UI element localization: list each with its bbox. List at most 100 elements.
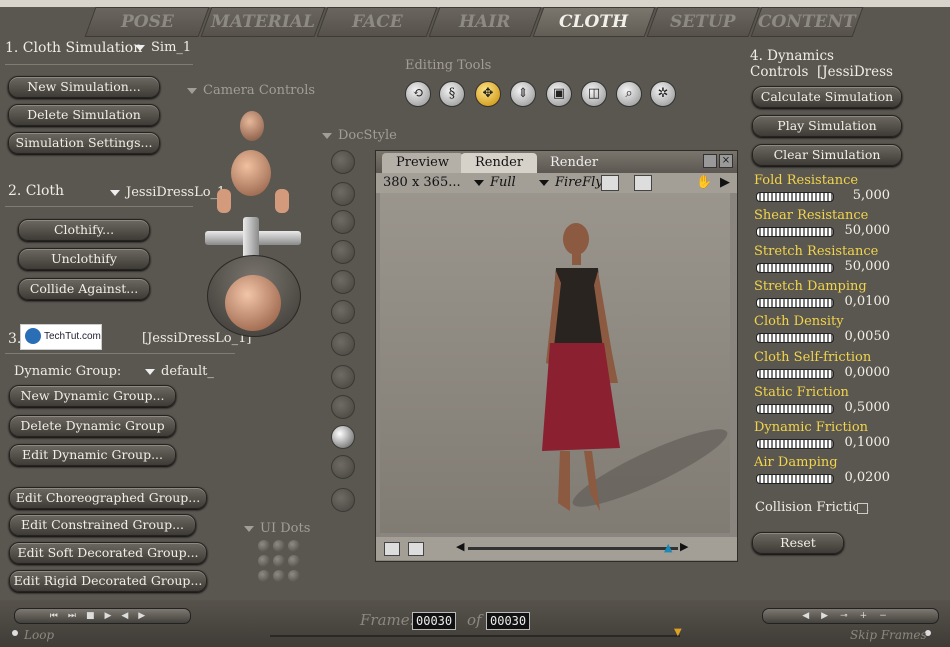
render-now-icon[interactable]	[634, 175, 652, 191]
sim-dropdown[interactable]: Sim_1	[135, 40, 191, 55]
docstyle-lit-wireframe[interactable]	[331, 270, 355, 294]
edit-choreographed-group-button[interactable]: Edit Choreographed Group...	[9, 487, 207, 509]
compare-toggle-icon[interactable]	[408, 542, 424, 556]
playback-buttons[interactable]: ⏮⏭■▶◀▶	[14, 608, 191, 624]
scale-icon[interactable]: ▣	[546, 81, 572, 107]
docstyle-cartoon[interactable]	[331, 365, 355, 389]
right-hand-camera-icon[interactable]	[275, 189, 289, 213]
reset-button[interactable]: Reset	[752, 532, 844, 554]
tab-content[interactable]: CONTENT	[750, 7, 864, 37]
ui-dot[interactable]	[258, 570, 270, 582]
render-scrollbar[interactable]	[468, 547, 678, 550]
ui-dot[interactable]	[258, 555, 270, 567]
docstyle-outline[interactable]	[331, 182, 355, 206]
ui-dot[interactable]	[273, 570, 285, 582]
renderer-dropdown[interactable]: FireFly	[539, 173, 603, 193]
param-value[interactable]: 0,0100	[830, 294, 891, 309]
render-mode-dropdown[interactable]: Full	[474, 173, 516, 193]
docstyle-smooth-lined[interactable]	[331, 488, 355, 512]
collision-friction-checkbox[interactable]	[857, 503, 868, 514]
keyframe-buttons[interactable]: ◀▶⊸+−	[762, 608, 939, 624]
param-slider[interactable]	[756, 297, 834, 308]
param-value[interactable]: 0,0050	[830, 329, 891, 344]
tab-setup[interactable]: SETUP	[646, 7, 760, 37]
new-dynamic-group-button[interactable]: New Dynamic Group...	[9, 385, 176, 407]
clear-simulation-button[interactable]: Clear Simulation	[752, 144, 902, 166]
play-simulation-button[interactable]: Play Simulation	[752, 115, 902, 137]
camera-face-icon[interactable]	[240, 111, 264, 141]
edit-constrained-group-button[interactable]: Edit Constrained Group...	[9, 514, 196, 536]
param-slider[interactable]	[756, 474, 834, 485]
camera-head-icon[interactable]	[231, 150, 271, 196]
param-value[interactable]: 50,000	[830, 259, 891, 274]
scroll-left-icon[interactable]: ◀	[456, 540, 464, 553]
tab-preview[interactable]: Preview	[382, 153, 463, 173]
dynamic-group-dropdown[interactable]: default_	[145, 364, 214, 379]
docstyle-flat-lined[interactable]	[331, 332, 355, 356]
twist-icon[interactable]: §	[439, 81, 465, 107]
window-resize-icon[interactable]	[703, 154, 717, 168]
collide-against-button[interactable]: Collide Against...	[18, 278, 150, 300]
unclothify-button[interactable]: Unclothify	[18, 248, 150, 270]
param-value[interactable]: 0,0000	[830, 365, 891, 380]
tab-hair[interactable]: HAIR	[428, 7, 542, 37]
magnifier-icon[interactable]: ⌕	[616, 81, 642, 107]
rotate-icon[interactable]: ⟲	[405, 81, 431, 107]
docstyle-hidden-line[interactable]	[331, 240, 355, 264]
trackball-icon[interactable]	[225, 275, 281, 331]
param-slider[interactable]	[756, 227, 834, 238]
param-slider[interactable]	[756, 262, 834, 273]
param-value[interactable]: 0,0200	[830, 470, 891, 485]
param-value[interactable]: 0,5000	[830, 400, 891, 415]
total-frames-counter[interactable]: 00030	[486, 612, 531, 630]
translate-icon[interactable]: ✥	[475, 81, 501, 107]
calculate-simulation-button[interactable]: Calculate Simulation	[752, 86, 902, 108]
ui-dot[interactable]	[258, 540, 270, 552]
translate-in-out-icon[interactable]: ⇕	[510, 81, 536, 107]
hand-pan-icon[interactable]: ✋	[696, 173, 712, 193]
tab-material[interactable]: MATERIAL	[200, 7, 326, 37]
left-hand-camera-icon[interactable]	[217, 189, 231, 213]
frame-counter[interactable]: 00030	[412, 612, 457, 630]
taper-icon[interactable]: ◫	[581, 81, 607, 107]
param-slider[interactable]	[756, 403, 834, 414]
ui-dot[interactable]	[288, 555, 300, 567]
tab-face[interactable]: FACE	[316, 7, 438, 37]
render-size[interactable]: 380 x 365...	[383, 173, 461, 193]
docstyle-flat-shaded[interactable]	[331, 300, 355, 324]
delete-dynamic-group-button[interactable]: Delete Dynamic Group	[9, 415, 176, 437]
new-simulation-button[interactable]: New Simulation...	[8, 76, 160, 98]
scroll-right-icon[interactable]: ▶	[680, 540, 688, 553]
chevron-right-icon[interactable]: ▶	[720, 173, 730, 193]
timeline-marker-icon[interactable]: ▼	[674, 627, 682, 638]
window-close-icon[interactable]: ×	[719, 154, 733, 168]
tab-cloth[interactable]: CLOTH	[532, 7, 656, 37]
render-canvas[interactable]	[380, 193, 730, 533]
param-value[interactable]: 0,1000	[830, 435, 891, 450]
param-slider[interactable]	[756, 333, 834, 344]
docstyle-cartoon-line[interactable]	[331, 395, 355, 419]
clothify-button[interactable]: Clothify...	[18, 219, 150, 241]
docstyle-silhouette[interactable]	[331, 150, 355, 174]
loop-toggle[interactable]	[12, 630, 18, 636]
param-slider[interactable]	[756, 368, 834, 379]
simulation-settings-button[interactable]: Simulation Settings...	[8, 132, 160, 154]
delete-simulation-button[interactable]: Delete Simulation	[8, 104, 160, 126]
docstyle-wireframe[interactable]	[331, 210, 355, 234]
tab-render[interactable]: Render	[461, 153, 538, 173]
edit-rigid-decorated-group-button[interactable]: Edit Rigid Decorated Group...	[9, 570, 207, 592]
docstyle-smooth-shaded[interactable]	[331, 425, 355, 449]
docstyle-texture-shaded[interactable]	[331, 455, 355, 479]
ui-dot[interactable]	[273, 540, 285, 552]
tab-pose[interactable]: POSE	[84, 7, 210, 37]
scroll-thumb-icon[interactable]: ▲	[664, 541, 672, 554]
ui-dot[interactable]	[288, 570, 300, 582]
param-slider[interactable]	[756, 192, 834, 202]
param-value[interactable]: 5,000	[830, 188, 890, 203]
preview-toggle-icon[interactable]	[384, 542, 400, 556]
param-slider[interactable]	[756, 439, 834, 450]
param-value[interactable]: 50,000	[830, 223, 891, 238]
direct-manipulation-icon[interactable]: ✲	[650, 81, 676, 107]
edit-soft-decorated-group-button[interactable]: Edit Soft Decorated Group...	[9, 542, 207, 564]
timeline-track[interactable]	[270, 635, 680, 637]
